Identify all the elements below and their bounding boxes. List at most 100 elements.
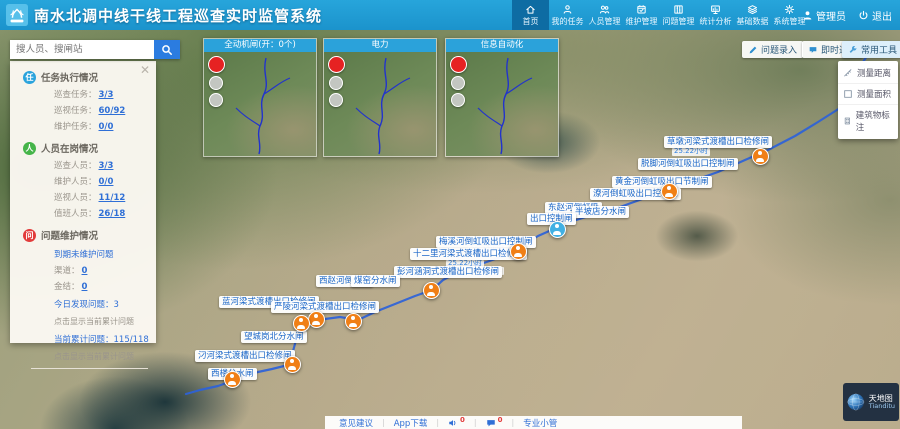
map-structure-label[interactable]: 草墩河梁式渡槽出口检修闸 (664, 136, 772, 148)
stats-section-header: 任任务执行情况 (23, 70, 156, 84)
nav-item-label: 统计分析 (700, 16, 732, 27)
stats-value-link[interactable]: 0 (82, 282, 88, 292)
footer-audio-button[interactable]: 0 (448, 418, 465, 428)
patrol-person-marker[interactable] (752, 148, 769, 165)
section-badge-icon: 问 (23, 229, 36, 242)
minimap-layer-button[interactable] (451, 93, 465, 107)
section-badge-icon: 任 (23, 71, 36, 84)
minimap-panel[interactable]: 电力 (323, 38, 437, 157)
person-icon (562, 4, 573, 15)
stats-row: 值班人员：26/18 (54, 207, 156, 219)
stats-value-link[interactable]: 3/3 (99, 90, 114, 100)
stats-section: 任任务执行情况巡查任务：3/3巡视任务：60/92维护任务：0/0 (23, 70, 156, 132)
stats-value-link[interactable]: 60/92 (99, 106, 126, 116)
nav-item-people[interactable]: 人员管理 (586, 0, 623, 30)
measure-distance-item[interactable]: 测量距离 (838, 63, 898, 83)
footer-link[interactable]: App下载 (394, 417, 428, 429)
stats-value-link[interactable]: 0/0 (99, 122, 114, 132)
patrol-person-marker[interactable] (293, 315, 310, 332)
footer-link[interactable]: 意见建议 (339, 417, 373, 429)
minimap-body (324, 52, 436, 156)
stats-icon (710, 4, 721, 15)
current-user[interactable]: 管理员 (802, 8, 846, 23)
footer-bar: 意见建议|App下载|0|0|专业小管 (325, 416, 742, 429)
minimap-alert-button[interactable] (208, 56, 225, 73)
today-issues-link[interactable]: 今日发现问题：3 (54, 298, 156, 310)
map-structure-label[interactable]: 脱脚河倒虹吸出口控制闸 (638, 158, 738, 170)
section-title: 问题维护情况 (41, 228, 98, 242)
minimap-panel[interactable]: 信息自动化 (445, 38, 559, 157)
tianditu-badge: 天地图 Tianditu (843, 383, 899, 421)
nav-item-calendar[interactable]: 维护管理 (623, 0, 660, 30)
footer-separator: | (436, 418, 439, 427)
nav-item-stats[interactable]: 统计分析 (697, 0, 734, 30)
minimap-layer-button[interactable] (209, 76, 223, 90)
map-structure-label[interactable]: 汈河梁式渡槽出口检修闸 (195, 350, 295, 362)
nav-item-layers[interactable]: 基础数据 (734, 0, 771, 30)
patrol-person-marker[interactable] (510, 243, 527, 260)
map-structure-label[interactable]: 严陵河梁式渡槽出口检修闸 (271, 301, 379, 313)
stats-section-header: 人人员在岗情况 (23, 141, 156, 155)
stats-row: 巡视任务：60/92 (54, 104, 156, 116)
search-button[interactable] (154, 40, 180, 59)
patrol-person-marker[interactable] (224, 371, 241, 388)
building-icon (843, 116, 852, 126)
minimap-layer-button[interactable] (329, 76, 343, 90)
logout-button[interactable]: 退出 (858, 8, 892, 23)
common-tools-button[interactable]: 常用工具 ▼ (842, 41, 900, 58)
stats-value-link[interactable]: 0/0 (99, 177, 114, 187)
map-structure-label[interactable]: 望城岗北分水闸 (241, 331, 307, 343)
patrol-person-marker[interactable] (308, 311, 325, 328)
section-title: 任务执行情况 (41, 70, 98, 84)
footer-link[interactable]: 专业小管 (523, 417, 557, 429)
stats-value-link[interactable]: 3/3 (99, 161, 114, 171)
footer-msg-button[interactable]: 0 (486, 418, 503, 428)
common-tools-label: 常用工具 (861, 43, 897, 56)
stats-sections: 任任务执行情况巡查任务：3/3巡视任务：60/92维护任务：0/0人人员在岗情况… (10, 70, 156, 369)
minimap-alert-button[interactable] (328, 56, 345, 73)
stats-value-link[interactable]: 26/18 (99, 209, 126, 219)
patrol-person-marker[interactable] (661, 183, 678, 200)
patrol-person-marker[interactable] (284, 356, 301, 373)
stats-row: 巡视人员：11/12 (54, 191, 156, 203)
minimap-panel[interactable]: 全动机闸(开：0个) (203, 38, 317, 157)
close-icon[interactable]: ✕ (140, 64, 150, 76)
search-bar (10, 40, 180, 59)
search-input[interactable] (10, 40, 154, 59)
cumulative-issues-link[interactable]: 当前累计问题：115/118 (54, 333, 156, 345)
map-structure-label[interactable]: 煤窑分水闸 (351, 275, 400, 287)
minimap-layer-button[interactable] (451, 76, 465, 90)
user-area: 管理员 退出 (802, 0, 892, 30)
stats-value-link[interactable]: 0 (82, 266, 88, 276)
search-icon (161, 44, 173, 56)
measure-area-item[interactable]: 测量面积 (838, 83, 898, 104)
hint-text: 点击显示当前累计问题 (54, 351, 156, 362)
stats-row: 维护人员：0/0 (54, 175, 156, 187)
patrol-person-marker[interactable] (345, 313, 362, 330)
globe-icon (847, 390, 865, 414)
report-issue-button[interactable]: 问题录入 (742, 41, 803, 58)
nav-item-label: 基础数据 (737, 16, 769, 27)
nav-item-person[interactable]: 我的任务 (549, 0, 586, 30)
stats-value-link[interactable]: 11/12 (99, 193, 126, 203)
patrol-person-marker[interactable] (549, 221, 566, 238)
main-nav: 首页我的任务人员管理维护管理问题管理统计分析基础数据系统管理 (512, 0, 808, 30)
tool-menu-label: 测量距离 (857, 67, 891, 79)
minimap-title: 电力 (324, 39, 436, 52)
nav-item-label: 维护管理 (626, 16, 658, 27)
map-canvas[interactable]: ✕ 任任务执行情况巡查任务：3/3巡视任务：60/92维护任务：0/0人人员在岗… (0, 30, 900, 429)
minimap-alert-button[interactable] (450, 56, 467, 73)
overdue-issues-link[interactable]: 到期未维护问题 (54, 248, 156, 260)
patrol-person-marker[interactable] (423, 282, 440, 299)
map-structure-label[interactable]: 半坡店分水闸 (572, 206, 629, 218)
map-structure-label[interactable]: 彭河涵洞式渡槽出口检修闸 (394, 266, 502, 278)
minimap-layer-button[interactable] (329, 93, 343, 107)
building-annotation-item[interactable]: 建筑物标注 (838, 104, 898, 137)
stats-row: 金结：0 (54, 280, 156, 292)
nav-item-home[interactable]: 首页 (512, 0, 549, 30)
minimap-layer-button[interactable] (209, 93, 223, 107)
footer-separator: | (474, 418, 477, 427)
nav-item-abacus[interactable]: 问题管理 (660, 0, 697, 30)
nav-item-label: 系统管理 (774, 16, 806, 27)
user-name: 管理员 (816, 8, 846, 23)
